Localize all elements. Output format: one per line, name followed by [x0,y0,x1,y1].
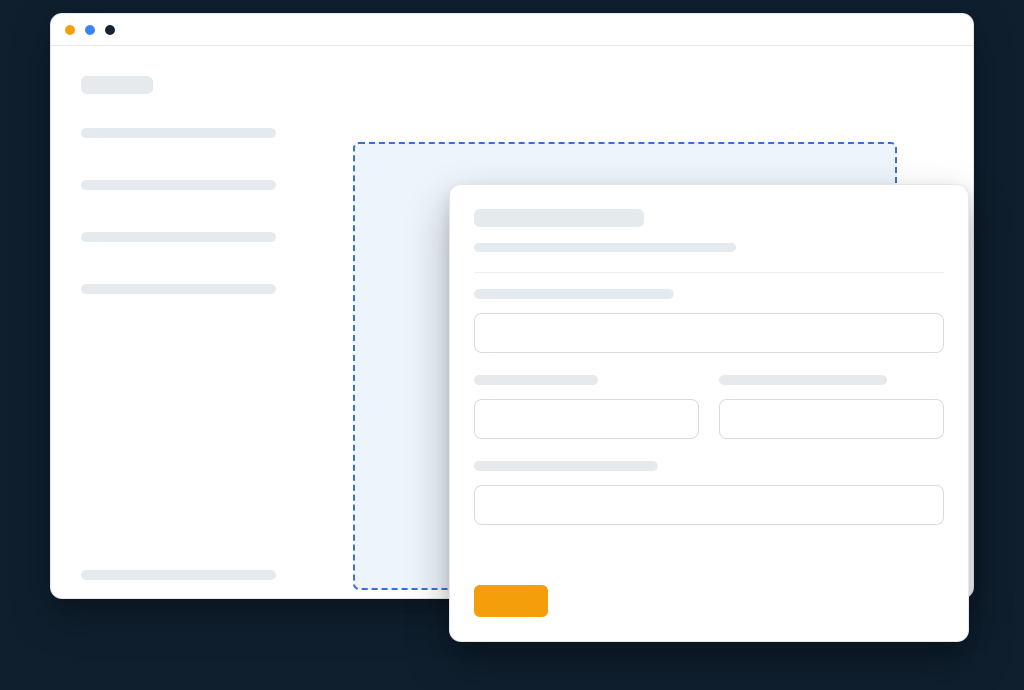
form-field [474,375,699,439]
form-modal [449,184,969,642]
text-input[interactable] [474,485,944,525]
submit-button[interactable] [474,585,548,617]
field-label [474,289,674,299]
sidebar-item[interactable] [81,128,276,138]
modal-subtitle [474,243,736,252]
window-control-zoom[interactable] [105,25,115,35]
text-input[interactable] [474,399,699,439]
form-field [719,375,944,439]
field-label [474,375,598,385]
text-input[interactable] [474,313,944,353]
form-field [474,289,944,353]
window-control-close[interactable] [65,25,75,35]
field-label [474,461,658,471]
field-label [719,375,887,385]
sidebar-item[interactable] [81,284,276,294]
sidebar-title [81,76,153,94]
sidebar-item[interactable] [81,232,276,242]
window-control-minimize[interactable] [85,25,95,35]
titlebar [51,14,973,46]
sidebar-item[interactable] [81,180,276,190]
sidebar [81,76,291,336]
sidebar-footer-item[interactable] [81,570,276,580]
form-field [474,461,944,525]
modal-title [474,209,644,227]
text-input[interactable] [719,399,944,439]
divider [474,272,944,273]
